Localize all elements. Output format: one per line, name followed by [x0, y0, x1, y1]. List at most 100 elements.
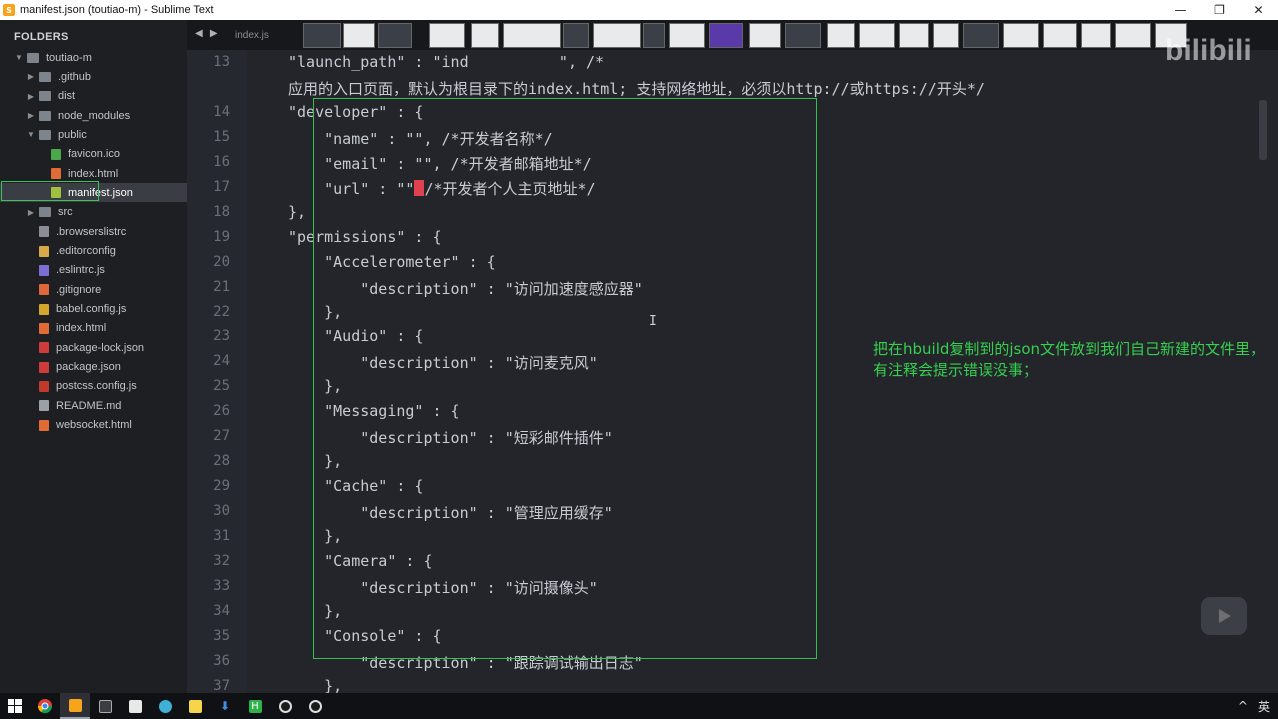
maximize-button[interactable]: ❐	[1200, 0, 1239, 20]
code-text: },	[288, 676, 343, 693]
line-number: 19	[213, 228, 230, 245]
line-number: 16	[213, 153, 230, 170]
highlight-box	[313, 98, 817, 659]
sidebar-file[interactable]: README.md	[0, 396, 187, 415]
chevron-right-icon[interactable]: ▶	[26, 92, 36, 101]
window-thumbnail	[899, 23, 929, 48]
chevron-down-icon[interactable]: ▼	[14, 53, 24, 62]
line-number: 32	[213, 553, 230, 569]
editor-scrollbar[interactable]	[1259, 100, 1267, 160]
title-bar: S manifest.json (toutiao-m) - Sublime Te…	[0, 0, 1278, 20]
system-tray: ^ 英	[1238, 693, 1270, 719]
sidebar-folder[interactable]: ▶ node_modules	[0, 106, 187, 125]
sidebar-file[interactable]: .gitignore	[0, 280, 187, 299]
mouse-ibeam-cursor: I	[649, 314, 657, 329]
folder-icon	[39, 110, 51, 121]
sidebar-file[interactable]: favicon.ico	[0, 145, 187, 164]
line-number: 18	[213, 203, 230, 220]
window-thumbnail	[471, 23, 499, 48]
sidebar-item-label: favicon.ico	[68, 148, 120, 161]
sticky-notes-icon[interactable]	[180, 693, 210, 719]
window-thumbnail	[303, 23, 341, 48]
sidebar-item-label: .editorconfig	[56, 245, 116, 257]
window-thumbnail	[593, 23, 641, 48]
sidebar-item-label: index.html	[68, 167, 119, 180]
line-number: 31	[213, 528, 230, 545]
code-text: },	[288, 202, 307, 221]
obs-icon[interactable]	[270, 693, 300, 719]
code-text: 应用的入口页面，默认为根目录下的index.html; 支持网络地址，必须以ht…	[288, 79, 985, 98]
taskbar: ⬇ H ^ 英	[0, 693, 1278, 719]
download-icon[interactable]: ⬇	[210, 693, 240, 719]
file-icon	[39, 361, 49, 373]
sidebar-file[interactable]: index.html	[0, 319, 187, 338]
sidebar-item-label: package.json	[56, 361, 121, 374]
window-title: manifest.json (toutiao-m) - Sublime Text	[20, 4, 214, 16]
sidebar-item-label: .browserslistrc	[56, 225, 127, 238]
terminal-icon[interactable]	[90, 693, 120, 719]
chevron-right-icon[interactable]: ▶	[26, 72, 36, 81]
window-thumbnail	[343, 23, 375, 48]
sidebar-item-label: .github	[58, 70, 92, 83]
folder-icon	[39, 129, 51, 140]
sidebar-folder[interactable]: ▶ src	[0, 203, 187, 222]
hbuilder-icon[interactable]: H	[240, 693, 270, 719]
line-number: 23	[213, 328, 230, 345]
sidebar-folder[interactable]: ▶ dist	[0, 87, 187, 106]
window-thumbnail	[785, 23, 821, 48]
file-icon	[51, 168, 61, 180]
sidebar-file[interactable]: package.json	[0, 358, 187, 377]
minimize-button[interactable]: —	[1161, 0, 1200, 20]
line-number: 36	[213, 652, 230, 669]
sidebar-file[interactable]: package-lock.json	[0, 338, 187, 357]
file-icon	[39, 303, 49, 315]
line-number: 25	[213, 378, 230, 395]
sidebar-folder[interactable]: ▶ .github	[0, 67, 187, 86]
sidebar-file[interactable]: postcss.config.js	[0, 377, 187, 396]
chevron-right-icon[interactable]: ▶	[26, 208, 36, 217]
obs-icon-2[interactable]	[300, 693, 330, 719]
sidebar-item-label: .gitignore	[56, 283, 102, 296]
line-number: 37	[213, 677, 230, 693]
window-thumbnail	[669, 23, 705, 48]
sidebar-item-label: index.html	[56, 322, 107, 335]
sidebar-file[interactable]: .editorconfig	[0, 242, 187, 261]
line-number: 14	[213, 103, 230, 120]
sidebar-folder[interactable]: ▼ toutiao-m	[0, 48, 187, 67]
folder-sidebar: FOLDERS ▼ toutiao-m ▶ .github ▶ dist ▶ node_mod…	[0, 20, 187, 693]
browser-icon[interactable]	[150, 693, 180, 719]
sidebar-file[interactable]: .browserslistrc	[0, 222, 187, 241]
line-number: 35	[213, 627, 230, 644]
sidebar-file[interactable]: websocket.html	[0, 416, 187, 435]
window-thumbnail	[709, 23, 743, 48]
sidebar-item-label: postcss.config.js	[56, 380, 137, 393]
sidebar-item-label: package-lock.json	[56, 341, 145, 354]
window-thumbnail	[643, 23, 665, 48]
sidebar-file[interactable]: .eslintrc.js	[0, 261, 187, 280]
tab-index-js[interactable]: index.js	[235, 30, 269, 41]
line-number-gutter: 13 14 15 16 17 18 19 20 21 22 23 24 25 26 27 28 29 30 31 32…	[187, 50, 247, 693]
windows-start-icon[interactable]	[0, 693, 30, 719]
chrome-icon[interactable]	[30, 693, 60, 719]
file-explorer-icon[interactable]	[120, 693, 150, 719]
line-number: 30	[213, 503, 230, 520]
file-icon	[39, 342, 49, 354]
close-button[interactable]: ✕	[1239, 0, 1278, 20]
tray-arrow-icon[interactable]: ^	[1238, 699, 1248, 713]
sidebar-file[interactable]: babel.config.js	[0, 300, 187, 319]
watermark-logo: bilibili	[1165, 34, 1252, 67]
ime-indicator[interactable]: 英	[1258, 698, 1270, 715]
file-icon	[39, 245, 49, 257]
folder-icon	[39, 91, 51, 102]
folders-header: FOLDERS	[14, 31, 69, 43]
sidebar-folder[interactable]: ▼ public	[0, 125, 187, 144]
folder-icon	[39, 207, 51, 218]
sublime-text-icon: S	[3, 4, 15, 16]
file-icon	[39, 380, 49, 392]
sublime-text-taskbar-icon[interactable]	[60, 693, 90, 719]
chevron-down-icon[interactable]: ▼	[26, 130, 36, 139]
chevron-right-icon[interactable]: ▶	[26, 111, 36, 120]
tab-nav-arrows[interactable]: ◀ ▶	[195, 28, 220, 39]
line-number: 26	[213, 403, 230, 420]
file-icon	[39, 226, 49, 238]
